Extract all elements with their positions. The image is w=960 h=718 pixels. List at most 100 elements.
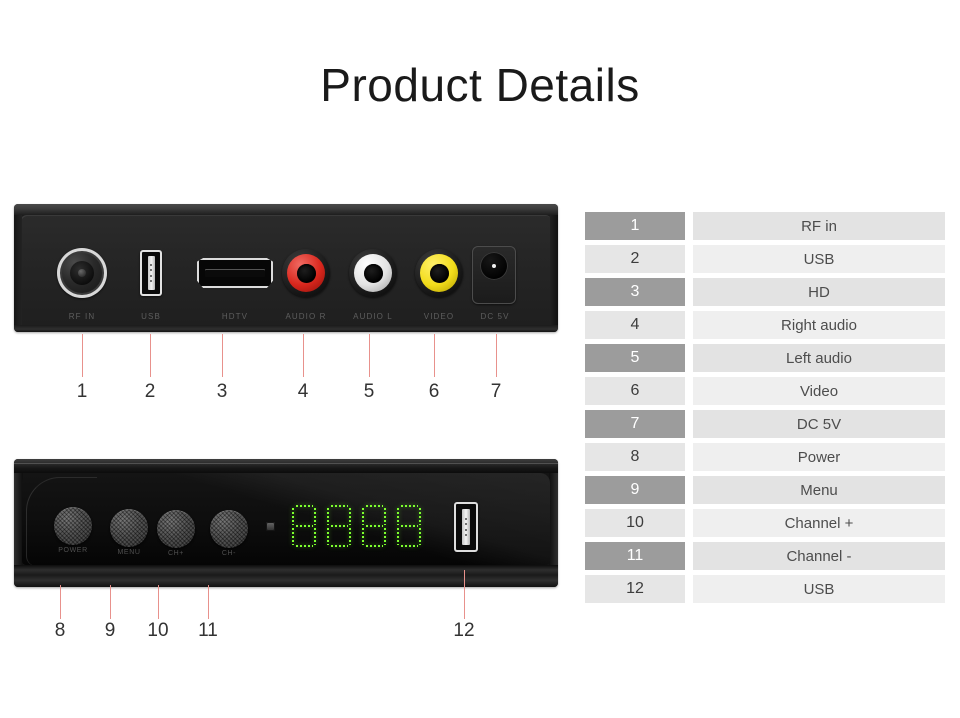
legend-label-cell: Video [693,377,945,405]
table-row: 12 USB [585,575,945,603]
usb-contacts [462,509,470,545]
channel-down-button[interactable] [210,510,248,548]
legend-number-cell: 8 [585,443,685,471]
callout-number-1: 1 [76,381,88,402]
legend-number-cell: 6 [585,377,685,405]
rca-yellow-hole [429,263,449,283]
channel-up-button[interactable] [157,510,195,548]
coaxial-jack-pin [78,269,86,277]
legend-number-cell: 2 [585,245,685,273]
port-label-audio-l: AUDIO L [353,312,393,321]
dc-barrel [480,252,508,280]
legend-number-cell: 7 [585,410,685,438]
callout-number-10: 10 [147,620,169,641]
callout-number-2: 2 [144,381,156,402]
rca-red-ring [287,254,325,292]
rca-white-ring [354,254,392,292]
front-panel-top-rim [14,459,558,473]
table-row: 6 Video [585,377,945,405]
legend-number-cell: 5 [585,344,685,372]
legend-label-cell: USB [693,575,945,603]
power-button-label: POWER [58,547,88,554]
rca-yellow-ring [420,254,458,292]
table-row: 9 Menu [585,476,945,504]
legend-label-cell: Right audio [693,311,945,339]
power-button[interactable] [54,507,92,545]
legend-number-cell: 12 [585,575,685,603]
rear-panel-right-edge [550,215,558,325]
port-label-video: VIDEO [423,312,455,321]
rca-white-hole [363,263,383,283]
leader-line-10 [158,585,159,619]
legend-label-cell: USB [693,245,945,273]
callout-number-7: 7 [490,381,502,402]
callout-number-12: 12 [453,620,475,641]
legend-number-cell: 1 [585,212,685,240]
legend-label-cell: Left audio [693,344,945,372]
ir-sensor-icon [266,522,275,531]
callout-number-9: 9 [104,620,116,641]
leader-line-11 [208,585,209,619]
legend-label-cell: HD [693,278,945,306]
callout-number-4: 4 [297,381,309,402]
legend-label-cell: RF in [693,212,945,240]
legend-number-cell: 4 [585,311,685,339]
callout-number-6: 6 [428,381,440,402]
rca-jack-red-icon [282,249,330,297]
table-row: 8 Power [585,443,945,471]
rca-red-hole [296,263,316,283]
menu-button[interactable] [110,509,148,547]
leader-line-9 [110,585,111,619]
front-panel-image: POWER MENU CH+ CH- [14,459,558,587]
leader-line-6 [434,334,435,377]
usb-contacts [147,256,155,290]
led-digit-1 [291,504,317,548]
hdmi-slot [205,269,265,277]
port-label-dc-5v: DC 5V [480,312,510,321]
front-panel-bottom-rim [14,565,558,587]
dc-center-pin [492,264,496,268]
rca-jack-white-icon [349,249,397,297]
table-row: 5 Left audio [585,344,945,372]
leader-line-3 [222,334,223,377]
leader-line-8 [60,585,61,619]
port-label-usb: USB [141,312,161,321]
port-label-audio-r: AUDIO R [285,312,327,321]
rear-panel-image: RF IN USB HDTV AUDIO R AUDIO L VIDEO DC … [14,204,558,332]
leader-line-7 [496,334,497,377]
legend-label-cell: Menu [693,476,945,504]
dc-barrel-jack-icon [472,246,516,304]
legend-label-cell: Channel - [693,542,945,570]
table-row: 2 USB [585,245,945,273]
port-label-rf-in: RF IN [68,312,96,321]
legend-number-cell: 10 [585,509,685,537]
table-row: 1 RF in [585,212,945,240]
led-digit-3 [361,504,387,548]
menu-button-label: MENU [117,549,141,556]
leader-line-4 [303,334,304,377]
callout-number-11: 11 [198,620,218,641]
led-digit-4 [396,504,422,548]
coaxial-jack-icon [57,248,107,298]
table-row: 10 Channel + [585,509,945,537]
callout-number-5: 5 [363,381,375,402]
rear-panel-bottom-rim [14,325,558,332]
table-row: 7 DC 5V [585,410,945,438]
led-digit-2 [326,504,352,548]
channel-down-button-label: CH- [221,550,237,557]
table-row: 11 Channel - [585,542,945,570]
table-row: 3 HD [585,278,945,306]
table-row: 4 Right audio [585,311,945,339]
legend-table: 1 RF in 2 USB 3 HD 4 Right audio 5 Left … [585,212,945,608]
legend-label-cell: Power [693,443,945,471]
legend-number-cell: 9 [585,476,685,504]
callout-number-3: 3 [216,381,228,402]
front-panel-right-edge [549,473,558,565]
leader-line-2 [150,334,151,377]
legend-number-cell: 11 [585,542,685,570]
legend-number-cell: 3 [585,278,685,306]
leader-line-5 [369,334,370,377]
hdmi-port-icon [197,258,273,288]
port-label-hdtv: HDTV [221,312,249,321]
coaxial-jack-core [70,261,94,285]
